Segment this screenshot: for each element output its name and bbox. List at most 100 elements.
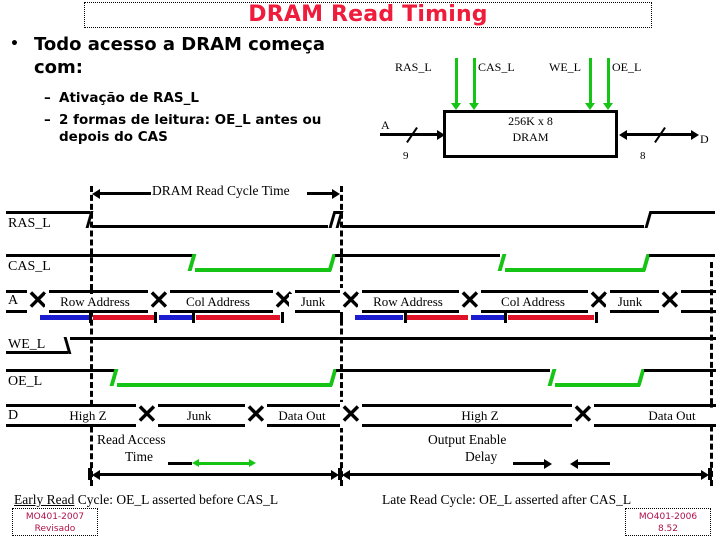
oe-arrow-icon bbox=[607, 58, 610, 104]
addr-value-1: Col Address bbox=[168, 294, 268, 310]
addr-value-3: Row Address bbox=[358, 294, 458, 310]
read-access-arrow-line bbox=[196, 462, 250, 465]
latch-tick-7 bbox=[595, 312, 598, 323]
row-label-d-text: D bbox=[8, 408, 19, 423]
address-bus-label: A bbox=[381, 118, 390, 132]
signal-label-oe: OE_L bbox=[612, 60, 642, 74]
bullet-marker-icon: • bbox=[10, 36, 19, 52]
row-label-a: A bbox=[8, 293, 18, 309]
stamp-right-line1: MO401-2006 bbox=[638, 512, 698, 522]
data-value-2: Data Out bbox=[264, 408, 340, 424]
dash-marker-icon: – bbox=[44, 112, 51, 128]
ras-high-seg-1 bbox=[6, 211, 90, 214]
read-access-time-label-2: Time bbox=[125, 449, 154, 464]
caption-early-read-rest: Cycle: OE_L asserted before CAS_L bbox=[74, 492, 279, 507]
caption-early-read-underlined: Early Read bbox=[14, 492, 75, 507]
caption-early-read: Early Read Cycle: OE_L asserted before C… bbox=[14, 492, 278, 508]
stamp-right: MO401-2006 8.52 bbox=[625, 508, 711, 536]
row-latch-bar-2 bbox=[355, 315, 403, 320]
dram-name: DRAM bbox=[512, 130, 549, 144]
data-cross-3: ✕ bbox=[572, 400, 594, 429]
data-bus-width-label: 8 bbox=[640, 150, 646, 162]
dash-marker-icon: – bbox=[44, 90, 51, 106]
cycle-time-label: DRAM Read Cycle Time bbox=[152, 183, 290, 198]
we-low-seg bbox=[6, 351, 68, 354]
ras-arrowhead-icon bbox=[451, 103, 461, 110]
latch-tick-1 bbox=[154, 312, 157, 323]
row-latch-bar-0 bbox=[40, 315, 90, 320]
col-latch-bar-2 bbox=[406, 315, 468, 320]
ras-arrow-icon bbox=[455, 58, 458, 104]
bullet-sub-2-label: 2 formas de leitura: OE_L antes ou depoi… bbox=[59, 112, 322, 145]
signal-label-ras: RAS_L bbox=[395, 60, 432, 74]
stamp-left: MO401-2007 Revisado bbox=[12, 508, 98, 536]
cycle-boundary-right bbox=[710, 262, 713, 486]
cas-high-seg-1 bbox=[6, 254, 194, 257]
output-enable-delay-label-2: Delay bbox=[465, 449, 498, 464]
oe-low-seg-1 bbox=[117, 383, 332, 387]
cas-arrow-icon bbox=[473, 58, 476, 104]
oe-high-seg-3 bbox=[644, 369, 716, 372]
bullet-main: • Todo acesso a DRAM começa com: bbox=[10, 33, 340, 79]
cas-arrowhead-icon bbox=[469, 103, 479, 110]
stamp-left-line1: MO401-2007 bbox=[25, 512, 85, 522]
latch-tick-5 bbox=[404, 312, 407, 323]
cycle-time-arrow-line-2 bbox=[307, 192, 333, 195]
col-latch-bar-3 bbox=[508, 315, 594, 320]
data-bus-label: D bbox=[700, 132, 709, 146]
oe-high-seg-2 bbox=[336, 369, 550, 372]
read-access-time-label-1: Read Access bbox=[97, 432, 166, 447]
ras-low-seg-2 bbox=[342, 225, 644, 228]
row-label-d: D bbox=[8, 408, 18, 424]
addr-cross-4: ✕ bbox=[459, 286, 481, 315]
data-bus-arrowhead-right-icon bbox=[691, 130, 699, 140]
latch-tick-0 bbox=[89, 312, 92, 323]
read-access-arrow-right-icon bbox=[249, 459, 256, 467]
page-title: DRAM Read Timing bbox=[248, 1, 488, 27]
output-enable-arrow-line-1 bbox=[513, 462, 545, 465]
dram-chip-label: 256K x 8 DRAM bbox=[443, 113, 618, 145]
read-access-baseline bbox=[168, 462, 192, 465]
data-value-0: High Z bbox=[40, 408, 136, 424]
row-label-a-text: A bbox=[8, 293, 19, 308]
we-arrowhead-icon bbox=[585, 103, 595, 110]
addr-value-0: Row Address bbox=[45, 294, 145, 310]
row-latch-bar-1 bbox=[159, 315, 193, 320]
latch-tick-3 bbox=[281, 312, 284, 323]
output-enable-arrow-line-2 bbox=[577, 462, 610, 465]
col-latch-bar-1 bbox=[196, 315, 280, 320]
stamp-right-line2: 8.52 bbox=[657, 524, 679, 534]
cas-low-seg-1 bbox=[195, 268, 331, 272]
right-cycle-span-tick-end bbox=[708, 468, 712, 480]
data-value-3: High Z bbox=[400, 408, 560, 424]
addr-cross-1: ✕ bbox=[148, 286, 170, 315]
stamp-left-line2: Revisado bbox=[34, 524, 76, 534]
latch-tick-6 bbox=[504, 312, 507, 323]
signal-label-we: WE_L bbox=[549, 60, 581, 74]
ras-high-seg-3 bbox=[651, 211, 715, 214]
bullet-sub-1: – Ativação de RAS_L bbox=[44, 90, 344, 107]
cas-low-seg-2 bbox=[505, 268, 645, 272]
we-arrow-icon bbox=[589, 58, 592, 104]
data-cross-2: ✕ bbox=[340, 400, 362, 429]
row-latch-bar-3 bbox=[471, 315, 505, 320]
ras-low-seg-1 bbox=[92, 225, 328, 228]
row-label-cas: CAS_L bbox=[8, 259, 51, 274]
address-bus-width-label: 9 bbox=[403, 150, 409, 162]
data-value-1: Junk bbox=[156, 408, 242, 424]
bullet-sub-2: – 2 formas de leitura: OE_L antes ou dep… bbox=[44, 112, 354, 146]
data-cross-0: ✕ bbox=[136, 400, 158, 429]
left-cycle-span-line bbox=[99, 473, 332, 476]
latch-tick-2 bbox=[192, 312, 195, 323]
oe-high-seg-1 bbox=[6, 369, 116, 372]
caption-late-read: Late Read Cycle: OE_L asserted after CAS… bbox=[382, 492, 632, 507]
data-value-4: Data Out bbox=[630, 408, 714, 424]
right-cycle-span-line bbox=[349, 473, 702, 476]
dram-capacity: 256K x 8 bbox=[508, 114, 553, 128]
latch-tick-4 bbox=[340, 312, 343, 323]
address-bus-arrowhead-icon bbox=[437, 130, 445, 140]
output-enable-delay-label-1: Output Enable bbox=[428, 432, 507, 447]
signal-label-cas: CAS_L bbox=[478, 60, 515, 74]
addr-value-5: Junk bbox=[606, 294, 654, 310]
addr-cross-6: ✕ bbox=[659, 286, 681, 315]
